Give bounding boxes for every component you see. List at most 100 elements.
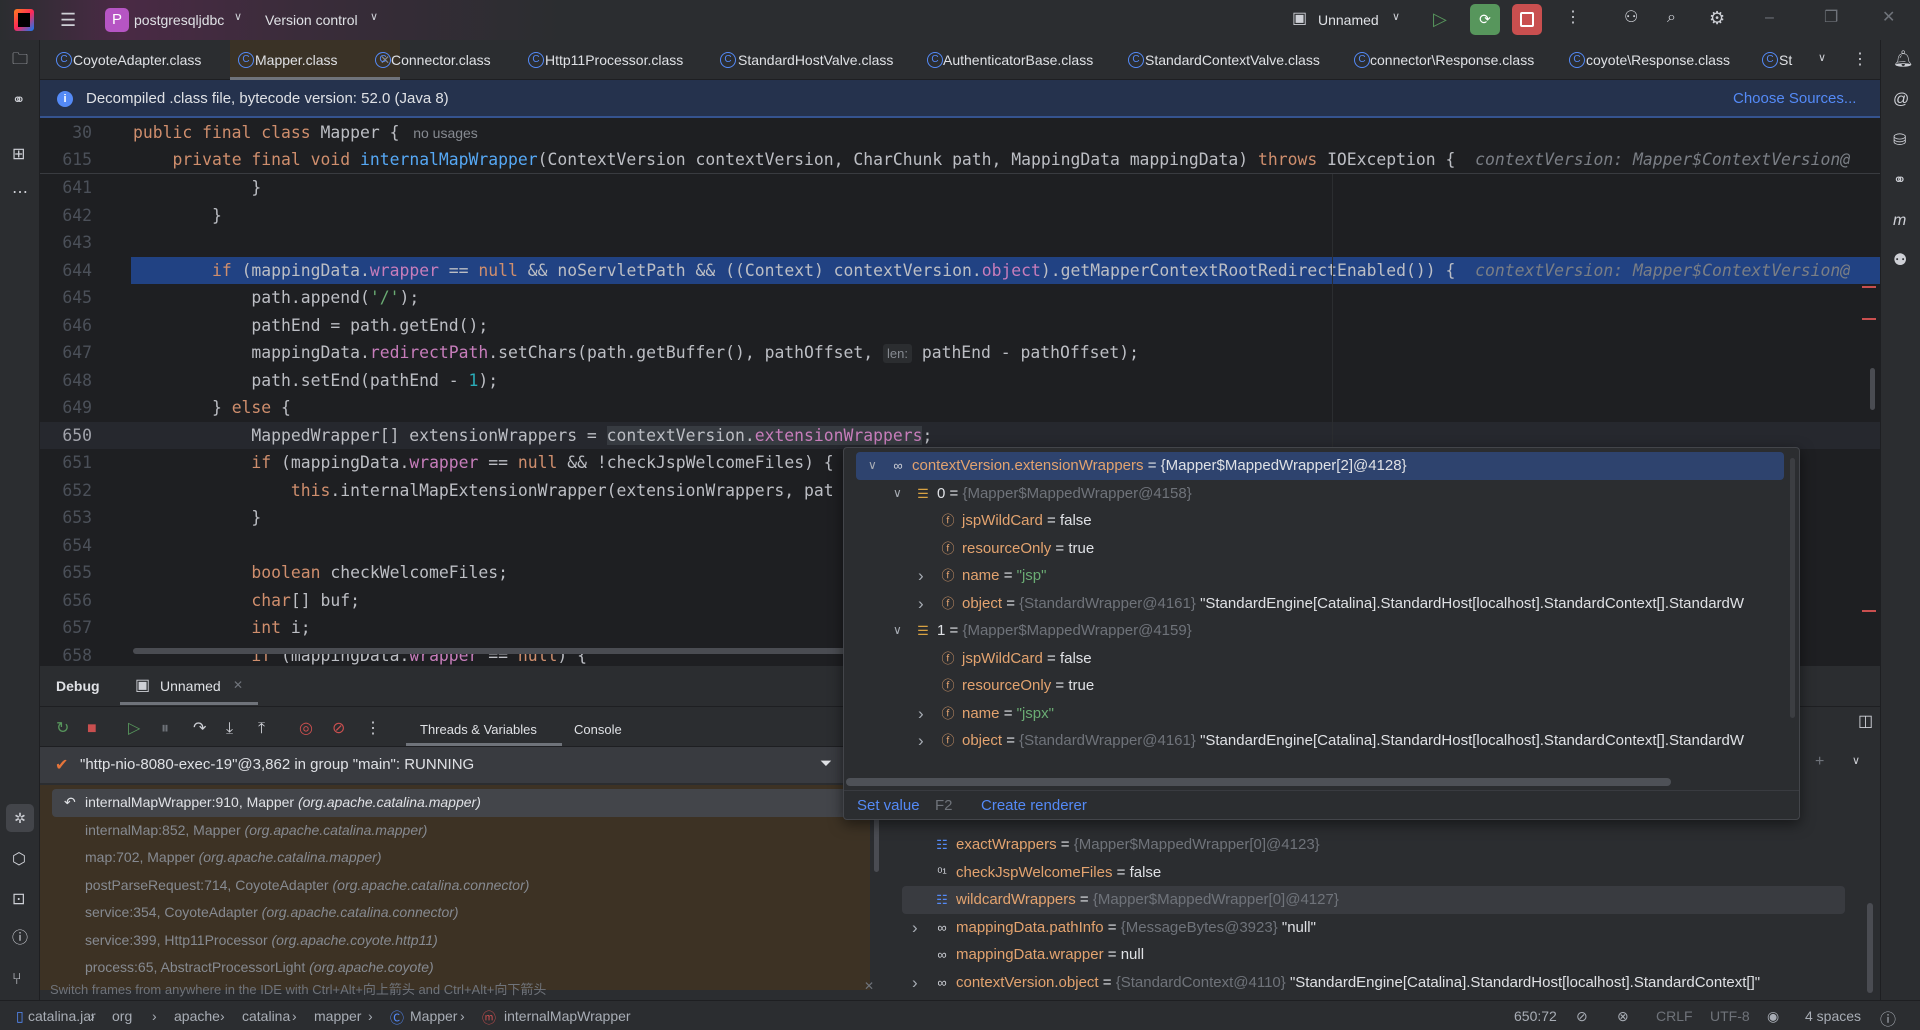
frames-scrollbar[interactable] (874, 816, 879, 872)
resume-icon[interactable]: ▷ (128, 721, 140, 737)
line-number[interactable]: 647 (40, 339, 92, 367)
rerun-icon[interactable]: ↻ (56, 721, 69, 737)
line-number[interactable]: 652 (40, 477, 92, 505)
tab-list-chevron-icon[interactable]: ∨ (1818, 53, 1826, 64)
popup-tree-row[interactable]: ∨ ∞ contextVersion.extensionWrappers = {Ma… (856, 452, 1784, 480)
set-value-link[interactable]: Set value (857, 797, 920, 814)
line-number[interactable]: 656 (40, 587, 92, 615)
add-user-icon[interactable]: ⚇ (1624, 10, 1638, 26)
chevron-right-icon[interactable]: › (918, 590, 924, 618)
line-number[interactable]: 642 (40, 202, 92, 230)
line-number[interactable]: 651 (40, 449, 92, 477)
chevron-right-icon[interactable]: › (918, 727, 924, 755)
stack-frame[interactable]: process:65, AbstractProcessorLight (org.… (40, 954, 870, 982)
tab-standardhostvalve-class[interactable]: C StandardHostValve.class (712, 40, 919, 80)
notifications-bell-icon[interactable]: 🔔︎ (1893, 52, 1913, 68)
plugins-icon[interactable]: ⚭ (12, 93, 25, 109)
line-number[interactable]: 653 (40, 504, 92, 532)
variable-row[interactable]: ⁰¹ checkJspWelcomeFiles = false (902, 859, 1845, 887)
chevron-down-icon[interactable]: ∨ (234, 12, 242, 23)
chevron-right-icon[interactable]: › (918, 562, 924, 590)
pause-icon[interactable]: ⏸ (161, 721, 169, 737)
popup-horizontal-scrollbar[interactable] (846, 778, 1671, 786)
chevron-down-icon[interactable]: ∨ (1392, 12, 1400, 23)
problems-icon[interactable]: ⓘ (1880, 1006, 1896, 1030)
chevron-right-icon[interactable]: › (918, 700, 924, 728)
chevron-right-icon[interactable]: › (912, 969, 918, 997)
popup-tree-row[interactable]: › ⓕ name = "jsp" (856, 562, 1784, 590)
close-hint-icon[interactable]: ✕ (864, 980, 874, 992)
breadcrumb-item[interactable]: mapper (314, 1008, 361, 1024)
popup-tree-row[interactable]: ⓕ jspWildCard = false (856, 645, 1784, 673)
run-config-name[interactable]: Unnamed (1318, 12, 1379, 28)
gear-icon[interactable]: ⚙ (1709, 9, 1725, 27)
line-number[interactable]: 655 (40, 559, 92, 587)
variable-row[interactable]: ☷ exactWrappers = {Mapper$MappedWrapper[0… (902, 831, 1845, 859)
stack-frame[interactable]: service:399, Http11Processor (org.apache… (40, 927, 870, 955)
resume-icon[interactable]: ▷ (1433, 10, 1447, 28)
line-number[interactable]: 644 (40, 257, 92, 285)
mute-breakpoints-icon[interactable]: ⊘ (332, 721, 345, 737)
project-name[interactable]: postgresqljdbc (134, 12, 224, 28)
stack-frame[interactable]: service:354, CoyoteAdapter (org.apache.c… (40, 899, 870, 927)
line-number[interactable]: 650 (40, 422, 92, 450)
popup-tree-row[interactable]: ∨ ☰ 0 = {Mapper$MappedWrapper@4158} (856, 480, 1784, 508)
breadcrumb-item[interactable]: Mapper (410, 1008, 457, 1024)
variables-scrollbar[interactable] (1867, 903, 1873, 993)
tab-authenticatorbase-class[interactable]: C AuthenticatorBase.class (919, 40, 1120, 80)
popup-tree-row[interactable]: ⓕ resourceOnly = true (856, 535, 1784, 563)
tab-standardcontextvalve-class[interactable]: C StandardContextValve.class (1120, 40, 1346, 80)
main-menu-icon[interactable]: ☰ (60, 11, 76, 29)
chevron-down-icon[interactable]: ∨ (893, 617, 902, 645)
terminal-icon[interactable]: ⊡ (12, 892, 25, 908)
create-renderer-link[interactable]: Create renderer (981, 797, 1087, 814)
line-number[interactable]: 658 (40, 642, 92, 666)
caret-position[interactable]: 650:72 (1514, 1008, 1557, 1024)
breadcrumb-item[interactable]: catalina.jar (28, 1008, 96, 1024)
thread-selector[interactable]: ✔ "http-nio-8080-exec-19"@3,862 in group… (40, 747, 880, 783)
session-tab-unnamed[interactable]: Unnamed (160, 678, 221, 694)
line-number[interactable]: 641 (40, 174, 92, 202)
inspection-icon[interactable]: ⊗ (1617, 1008, 1629, 1025)
tab-st[interactable]: C St (1754, 40, 1794, 80)
more-tools-icon[interactable]: ⋯ (12, 185, 28, 201)
tab-console[interactable]: Console (574, 722, 622, 737)
chevron-down-icon[interactable]: ∨ (868, 452, 877, 480)
frames-list[interactable]: ↶ internalMapWrapper:910, Mapper (org.apa… (40, 785, 870, 990)
maven-icon[interactable]: m (1893, 213, 1906, 229)
chevron-down-icon[interactable]: ∨ (893, 480, 902, 508)
project-badge[interactable]: P (105, 8, 129, 32)
stack-frame[interactable]: map:702, Mapper (org.apache.catalina.map… (40, 844, 870, 872)
plugin-icon[interactable]: ⚉ (1893, 253, 1907, 269)
services-icon[interactable]: ⬡ (12, 852, 26, 868)
version-control-menu[interactable]: Version control (265, 12, 358, 28)
step-over-icon[interactable]: ↷ (193, 721, 206, 737)
search-icon[interactable]: ⌕ (1667, 10, 1676, 26)
chevron-right-icon[interactable]: › (912, 914, 918, 942)
debug-button[interactable]: ⟳ (1470, 4, 1500, 35)
stack-frame[interactable]: ↶ internalMapWrapper:910, Mapper (org.apa… (52, 789, 870, 817)
indent-setting[interactable]: 4 spaces (1805, 1008, 1861, 1024)
horizontal-scrollbar[interactable] (133, 648, 883, 654)
filter-icon[interactable]: ⏷ (820, 755, 832, 772)
problems-icon[interactable]: ⓘ (12, 931, 28, 947)
variable-row[interactable]: ∞ mappingData.wrapper = null (902, 941, 1845, 969)
database-icon[interactable]: ⛁ (1893, 133, 1906, 149)
tab-coyote-response-class[interactable]: Ccoyote\Response.class (1561, 40, 1754, 80)
popup-tree-row[interactable]: ⓕ jspWildCard = false (856, 507, 1784, 535)
line-number[interactable]: 643 (40, 229, 92, 257)
tab-threads-variables[interactable]: Threads & Variables (420, 722, 537, 737)
app-logo-icon[interactable] (14, 9, 34, 31)
breadcrumb-item[interactable]: apache (174, 1008, 220, 1024)
popup-tree-row[interactable]: › ⓕ name = "jspx" (856, 700, 1784, 728)
popup-vertical-scrollbar[interactable] (1790, 458, 1795, 718)
layout-icon[interactable]: ◫ (1858, 714, 1873, 730)
line-number[interactable]: 645 (40, 284, 92, 312)
close-icon[interactable]: ✕ (233, 679, 243, 691)
line-number[interactable]: 30 (40, 119, 92, 147)
line-number[interactable]: 648 (40, 367, 92, 395)
tab-more-icon[interactable]: ⋮ (1852, 52, 1868, 68)
more-icon[interactable]: ⋮ (365, 721, 381, 737)
debug-tool-icon[interactable]: ✲ (6, 804, 34, 832)
structure-icon[interactable]: ⊞ (12, 147, 25, 163)
